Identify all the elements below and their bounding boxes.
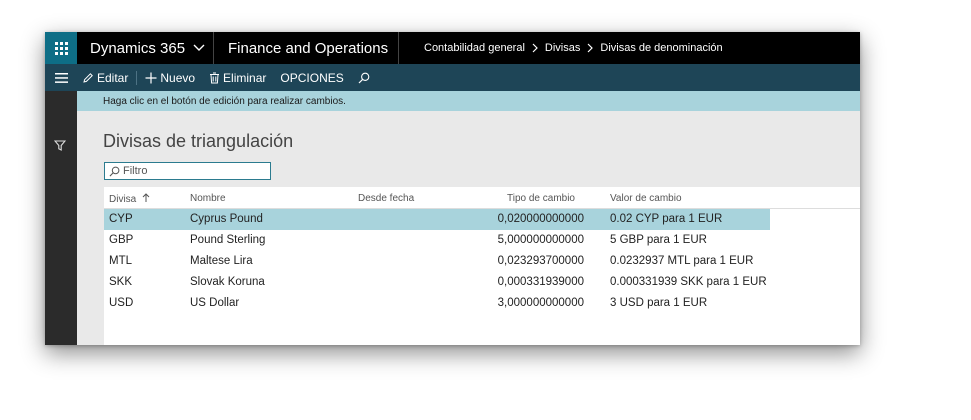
module-title: Finance and Operations — [214, 32, 399, 64]
filter-icon — [53, 140, 67, 151]
cell-rate-type: 0,020000000000 — [497, 213, 584, 225]
sort-up-icon — [142, 193, 150, 202]
breadcrumb-item-denomination[interactable]: Divisas de denominación — [600, 42, 722, 54]
cell-currency: USD — [109, 297, 134, 309]
info-message: Haga clic en el botón de edición para re… — [103, 95, 346, 107]
cell-rate-type: 0,000331939000 — [497, 276, 584, 288]
pencil-icon — [83, 72, 93, 83]
filter-placeholder: Filtro — [123, 165, 148, 177]
app-name: Dynamics 365 — [90, 39, 186, 57]
options-button[interactable]: OPCIONES — [280, 71, 343, 85]
column-header-currency[interactable]: Divisa — [109, 193, 150, 205]
table-row[interactable]: CYP Cyprus Pound 0,020000000000 0.02 CYP… — [104, 209, 770, 230]
cell-rate-value: 0.02 CYP para 1 EUR — [610, 213, 723, 225]
top-nav-bar: Dynamics 365 Finance and Operations Cont… — [45, 32, 860, 64]
breadcrumb-item-currencies[interactable]: Divisas — [545, 42, 580, 54]
options-label: OPCIONES — [280, 70, 344, 85]
cell-rate-value: 0.000331939 SKK para 1 EUR — [610, 276, 767, 288]
search-icon — [109, 166, 120, 176]
trash-icon — [210, 72, 220, 83]
edit-button[interactable]: Editar — [82, 70, 138, 85]
module-name: Finance and Operations — [228, 39, 389, 57]
filter-pane-button[interactable] — [53, 138, 67, 156]
grid-header: Divisa Nombre Desde fecha Tipo de cambio… — [104, 187, 860, 209]
cell-rate-value: 3 USD para 1 EUR — [610, 297, 708, 309]
cell-name: Maltese Lira — [190, 255, 253, 267]
cell-name: Pound Sterling — [190, 234, 266, 246]
cell-rate-type: 5,000000000000 — [497, 234, 584, 246]
new-label: Nuevo — [160, 70, 196, 85]
cell-currency: CYP — [109, 213, 133, 225]
plus-icon — [145, 72, 157, 83]
table-row[interactable]: MTL Maltese Lira 0,023293700000 0.023293… — [104, 251, 770, 272]
cell-currency: GBP — [109, 234, 134, 246]
chevron-down-icon — [193, 44, 205, 52]
cell-name: Slovak Koruna — [190, 276, 265, 288]
action-pane: Editar Nuevo Eliminar OPCIONES — [45, 64, 860, 91]
cell-name: Cyprus Pound — [190, 213, 263, 225]
app-launcher-button[interactable] — [45, 32, 77, 64]
breadcrumb: Contabilidad general Divisas Divisas de … — [399, 32, 723, 64]
column-header-name[interactable]: Nombre — [190, 193, 226, 204]
main-content: Divisas de triangulación Filtro Divisa N… — [77, 111, 860, 345]
table-row[interactable]: SKK Slovak Koruna 0,000331939000 0.00033… — [104, 272, 770, 293]
cell-rate-type: 3,000000000000 — [497, 297, 584, 309]
filter-input[interactable]: Filtro — [104, 162, 271, 180]
cell-currency: MTL — [109, 255, 132, 267]
chevron-right-icon — [532, 43, 538, 53]
hamburger-button[interactable] — [45, 64, 77, 91]
left-nav-strip — [45, 91, 77, 345]
column-header-from-date[interactable]: Desde fecha — [358, 193, 414, 204]
app-window: Dynamics 365 Finance and Operations Cont… — [45, 32, 860, 345]
delete-button[interactable]: Eliminar — [209, 71, 266, 85]
page-title: Divisas de triangulación — [103, 131, 294, 151]
search-button[interactable] — [358, 72, 373, 84]
cell-rate-value: 0.0232937 MTL para 1 EUR — [610, 255, 754, 267]
search-icon — [358, 72, 370, 83]
breadcrumb-item-ledger[interactable]: Contabilidad general — [424, 42, 525, 54]
app-switcher[interactable]: Dynamics 365 — [77, 32, 214, 64]
currency-grid: Divisa Nombre Desde fecha Tipo de cambio… — [104, 187, 860, 345]
column-header-rate-type[interactable]: Tipo de cambio — [507, 193, 575, 204]
column-header-rate-value[interactable]: Valor de cambio — [610, 193, 682, 204]
delete-label: Eliminar — [223, 70, 267, 85]
hamburger-icon — [54, 72, 68, 83]
table-row[interactable]: USD US Dollar 3,000000000000 3 USD para … — [104, 293, 770, 314]
info-message-bar: Haga clic en el botón de edición para re… — [77, 91, 860, 111]
new-button[interactable]: Nuevo — [145, 71, 195, 85]
waffle-icon — [54, 41, 68, 55]
cell-rate-type: 0,023293700000 — [497, 255, 584, 267]
cell-name: US Dollar — [190, 297, 240, 309]
cell-rate-value: 5 GBP para 1 EUR — [610, 234, 707, 246]
chevron-right-icon — [587, 43, 594, 53]
cell-currency: SKK — [109, 276, 133, 288]
edit-label: Editar — [97, 70, 129, 85]
table-row[interactable]: GBP Pound Sterling 5,000000000000 5 GBP … — [104, 230, 770, 251]
